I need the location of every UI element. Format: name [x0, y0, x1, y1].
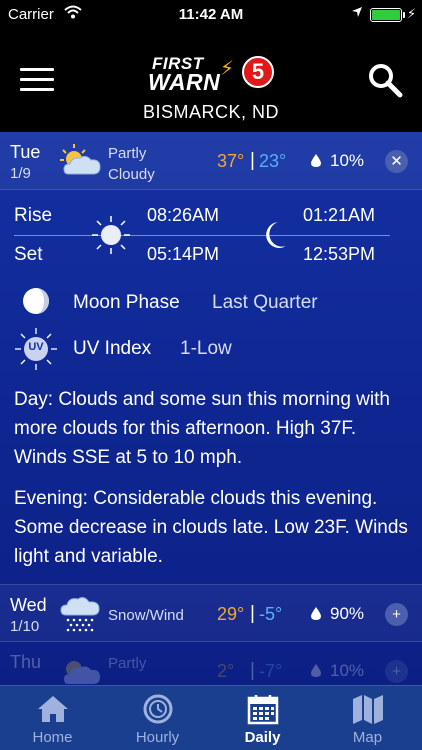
sunrise-time: 08:26AM: [147, 205, 220, 225]
precip-chance: 10%: [330, 661, 365, 680]
rise-label: Rise: [14, 205, 53, 226]
precip-chance: 90%: [330, 604, 365, 623]
set-label: Set: [14, 244, 43, 265]
plus-icon: +: [392, 606, 401, 623]
day-date: 1/10: [10, 618, 40, 635]
evening-forecast-text: Evening: Considerable clouds this evenin…: [14, 488, 408, 567]
location-title[interactable]: BISMARCK, ND: [0, 102, 422, 123]
low-temp: -5°: [259, 604, 283, 624]
home-icon: [38, 696, 68, 722]
condition-line2: Cloudy: [108, 166, 155, 183]
partly-cloudy-icon: [64, 661, 100, 684]
calendar-icon: [247, 695, 279, 725]
temp-separator: |: [250, 660, 255, 681]
menu-bar: [20, 68, 54, 71]
app-header: FIRST WARN ⚡ 5 BISMARCK, ND: [0, 28, 422, 132]
tab-label: Daily: [244, 729, 281, 746]
tab-home[interactable]: Home: [0, 686, 105, 750]
tab-bar: Home Hourly Daily Map: [0, 685, 422, 750]
low-temp: 23°: [259, 151, 287, 171]
day-row-selected[interactable]: Tue 1/9 Partly Cloudy 37° | 23° 10% ✕: [0, 132, 422, 190]
close-icon: ✕: [390, 153, 403, 170]
day-name: Wed: [10, 595, 47, 615]
battery-nub: [403, 12, 405, 18]
day-condition: Partly Cloudy: [108, 143, 198, 185]
tab-map[interactable]: Map: [315, 686, 420, 750]
sun-icon: [92, 216, 130, 254]
high-temp: 37°: [217, 151, 245, 171]
menu-button[interactable]: [20, 68, 54, 92]
plus-icon: +: [392, 663, 401, 680]
temp-separator: |: [250, 603, 255, 624]
tab-hourly[interactable]: Hourly: [105, 686, 210, 750]
location-arrow-icon: [352, 7, 362, 17]
charging-icon: ⚡: [407, 6, 417, 21]
day-condition: Partly: [108, 655, 147, 672]
raindrop-icon: [311, 664, 321, 677]
day-name: Thu: [10, 652, 42, 672]
precip-chance: 10%: [330, 151, 365, 170]
low-temp: -7°: [259, 661, 283, 681]
logo-line2: WARN: [148, 69, 221, 95]
moon-icon: [266, 222, 286, 248]
uv-icon-text: UV: [28, 341, 44, 353]
daily-forecast-list[interactable]: Tue 1/9 Partly Cloudy 37° | 23° 10% ✕ Ri…: [0, 132, 422, 685]
partly-cloudy-icon: [60, 144, 101, 175]
condition-line1: Partly: [108, 145, 147, 162]
battery-icon: [370, 8, 402, 22]
tab-label: Home: [32, 729, 73, 746]
high-temp: 2°: [217, 661, 235, 681]
day-row[interactable]: Wed 1/10 Snow/Wind 29° | -5° 90% +: [0, 584, 422, 642]
day-forecast-text: Day: Clouds and some sun this morning wi…: [14, 389, 390, 468]
collapse-button[interactable]: ✕: [385, 150, 408, 173]
lightning-icon: ⚡: [220, 58, 235, 80]
moon-phase-value: Last Quarter: [212, 292, 318, 313]
tab-daily[interactable]: Daily: [210, 686, 315, 750]
search-icon[interactable]: [367, 62, 403, 98]
menu-bar: [20, 88, 54, 91]
temp-separator: |: [250, 150, 255, 171]
station-logo: FIRST WARN ⚡ 5: [148, 54, 276, 95]
last-quarter-moon-icon: [23, 288, 49, 314]
logo-channel: 5: [242, 56, 274, 88]
raindrop-icon: [311, 607, 321, 620]
raindrop-icon: [311, 154, 321, 167]
menu-bar: [20, 78, 54, 81]
status-bar: Carrier 11:42 AM ⚡: [0, 0, 422, 28]
expand-button[interactable]: +: [385, 660, 408, 683]
clock-icon: [143, 694, 173, 724]
moonrise-time: 01:21AM: [303, 205, 376, 225]
uv-icon: UV: [14, 327, 58, 371]
uv-index-value: 1-Low: [180, 338, 232, 359]
tab-label: Hourly: [135, 729, 180, 746]
moonset-time: 12:53PM: [303, 244, 376, 264]
tab-label: Map: [352, 729, 383, 746]
horizon-line: [14, 235, 390, 236]
uv-index-label: UV Index: [73, 338, 152, 359]
moon-phase-label: Moon Phase: [73, 292, 180, 313]
expand-button[interactable]: +: [385, 603, 408, 626]
map-icon: [353, 695, 383, 724]
day-name: Tue: [10, 142, 41, 162]
high-temp: 29°: [217, 604, 245, 624]
day-row[interactable]: Thu Partly 2° | -7° 10% +: [0, 642, 422, 685]
snow-icon: [60, 597, 100, 632]
sunset-time: 05:14PM: [147, 244, 220, 264]
day-date: 1/9: [10, 165, 31, 182]
day-condition: Snow/Wind: [108, 607, 184, 624]
